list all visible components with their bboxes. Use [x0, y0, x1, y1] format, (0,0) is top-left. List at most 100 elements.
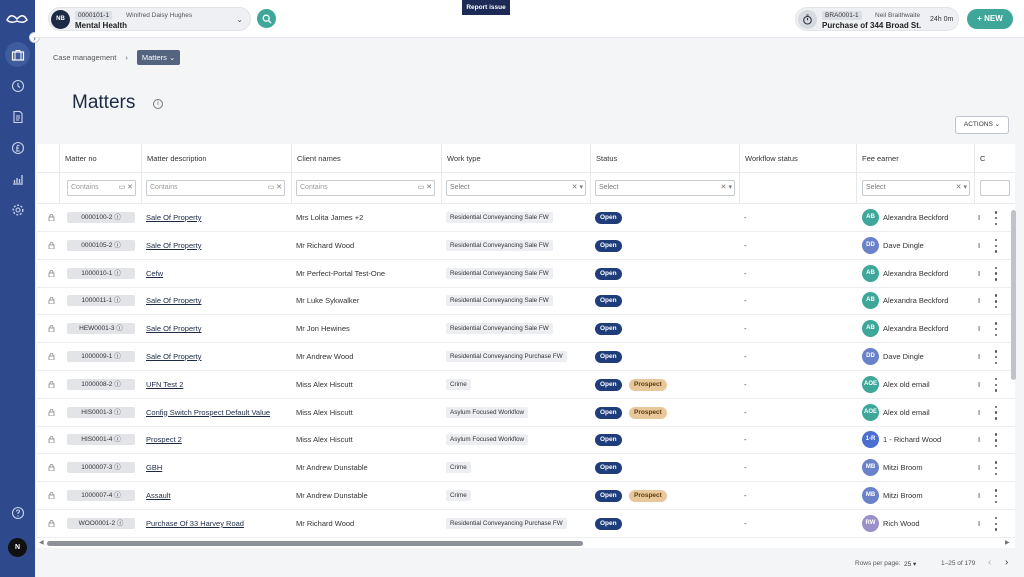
row-menu-button[interactable]: [993, 461, 999, 476]
sidebar-item-help[interactable]: [5, 500, 30, 525]
lock-icon[interactable]: [48, 241, 55, 249]
breadcrumb-root[interactable]: Case management: [53, 53, 116, 62]
lock-icon[interactable]: [48, 325, 55, 333]
matter-description-link[interactable]: Config Switch Prospect Default Value: [146, 408, 270, 417]
lock-icon[interactable]: [48, 436, 55, 444]
actions-button[interactable]: ACTIONS ⌄: [955, 116, 1009, 134]
lock-icon[interactable]: [48, 492, 55, 499]
matter-no-chip[interactable]: WOO0001-2 ⓘ: [67, 517, 135, 529]
user-avatar[interactable]: N: [8, 538, 27, 557]
filter-clear-icon[interactable]: ▭ ✕: [418, 181, 432, 195]
search-button[interactable]: [257, 9, 276, 28]
scroll-left-icon[interactable]: ◀: [39, 539, 44, 546]
lock-icon[interactable]: [48, 408, 55, 416]
lock-icon[interactable]: [48, 380, 55, 388]
status-filter-select[interactable]: Select ✕ ▾: [595, 180, 735, 196]
client-selector[interactable]: NB 0000101-1 Winifred Daisy Hughes Menta…: [48, 7, 251, 31]
table-row[interactable]: 1000007-3 ⓘ GBH Mr Andrew Dunstable Crime Op…: [37, 454, 1015, 483]
matter-no-chip[interactable]: 1000007-3 ⓘ: [67, 462, 135, 474]
c-filter-select[interactable]: [980, 180, 1010, 196]
row-menu-button[interactable]: [993, 322, 999, 337]
matter-no-filter-input[interactable]: Contains ▭ ✕: [67, 180, 136, 196]
column-header-description[interactable]: Matter description: [141, 144, 291, 173]
table-row[interactable]: 1000007-4 ⓘ Assault Mr Andrew Dunstable Cri…: [37, 482, 1015, 510]
matter-description-link[interactable]: Cefw: [146, 269, 163, 278]
matter-description-link[interactable]: UFN Test 2: [146, 380, 183, 389]
row-menu-button[interactable]: [993, 350, 999, 364]
new-button[interactable]: + NEW: [967, 9, 1013, 29]
matter-no-chip[interactable]: HIS0001-3 ⓘ: [67, 406, 135, 418]
matter-no-chip[interactable]: 1000008-2 ⓘ: [67, 378, 135, 390]
fee-earner-filter-select[interactable]: Select ✕ ▾: [862, 180, 970, 196]
table-row[interactable]: 1000008-2 ⓘ UFN Test 2 Miss Alex Hiscutt Cr…: [37, 371, 1015, 399]
scroll-right-icon[interactable]: ▶: [1005, 539, 1010, 546]
filter-clear-icon[interactable]: ▭ ✕: [119, 181, 133, 195]
matter-description-link[interactable]: Sale Of Property: [146, 241, 201, 250]
horizontal-scrollbar[interactable]: [47, 541, 583, 546]
matter-description-link[interactable]: GBH: [146, 463, 162, 472]
timer-button[interactable]: [798, 10, 817, 29]
report-issue-button[interactable]: Report issue: [462, 0, 510, 15]
matter-no-chip[interactable]: 0000100-2 ⓘ: [67, 212, 135, 223]
matter-description-link[interactable]: Purchase Of 33 Harvey Road: [146, 519, 244, 528]
work-type-filter-select[interactable]: Select ✕ ▾: [446, 180, 586, 196]
current-matter-selector[interactable]: BRA0001-1 Neil Braithwaite Purchase of 3…: [795, 7, 959, 31]
table-row[interactable]: 1000011-1 ⓘ Sale Of Property Mr Luke Sykwa…: [37, 287, 1015, 316]
table-row[interactable]: 1000010-1 ⓘ Cefw Mr Perfect-Portal Test-On…: [37, 260, 1015, 288]
row-menu-button[interactable]: [993, 433, 999, 448]
row-menu-button[interactable]: [993, 405, 999, 420]
column-header-work-type[interactable]: Work type: [441, 144, 590, 173]
vertical-scrollbar[interactable]: [1011, 210, 1016, 380]
breadcrumb-current[interactable]: Matters ⌄: [136, 49, 181, 65]
matter-no-chip[interactable]: HEW0001-3 ⓘ: [67, 323, 135, 335]
row-menu-button[interactable]: [993, 294, 999, 309]
matter-description-link[interactable]: Sale Of Property: [146, 352, 201, 361]
column-header-status[interactable]: Status: [590, 144, 739, 173]
matter-description-link[interactable]: Sale Of Property: [146, 296, 201, 305]
column-header-fee-earner[interactable]: Fee earner: [856, 144, 974, 173]
rows-per-page-select[interactable]: 25 ▾: [904, 560, 916, 568]
row-menu-button[interactable]: [993, 238, 999, 253]
matter-description-link[interactable]: Sale Of Property: [146, 324, 201, 333]
client-filter-input[interactable]: Contains ▭ ✕: [296, 180, 435, 196]
filter-clear-icon[interactable]: ▭ ✕: [268, 181, 282, 195]
row-menu-button[interactable]: [993, 211, 999, 225]
matter-no-chip[interactable]: 1000007-4 ⓘ: [67, 490, 135, 501]
matter-no-chip[interactable]: 1000009-1 ⓘ: [67, 351, 135, 362]
description-filter-input[interactable]: Contains ▭ ✕: [146, 180, 285, 196]
row-menu-button[interactable]: [993, 377, 999, 392]
matter-no-chip[interactable]: 1000010-1 ⓘ: [67, 267, 135, 279]
sidebar-item-settings[interactable]: [5, 197, 30, 222]
table-row[interactable]: WOO0001-2 ⓘ Purchase Of 33 Harvey Road Mr …: [37, 510, 1015, 538]
column-header-client-names[interactable]: Client names: [291, 144, 441, 173]
previous-page-button[interactable]: ‹: [988, 557, 991, 568]
row-menu-button[interactable]: [993, 266, 999, 281]
lock-icon[interactable]: [48, 464, 55, 472]
matter-description-link[interactable]: Assault: [146, 491, 171, 500]
row-menu-button[interactable]: [993, 489, 999, 503]
column-header-c[interactable]: C: [974, 144, 1015, 173]
column-header-workflow-status[interactable]: Workflow status: [739, 144, 856, 173]
lock-icon[interactable]: [48, 214, 55, 221]
matter-no-chip[interactable]: 1000011-1 ⓘ: [67, 295, 135, 307]
table-row[interactable]: 0000105-2 ⓘ Sale Of Property Mr Richard Wo…: [37, 232, 1015, 260]
lock-icon[interactable]: [48, 519, 55, 527]
matter-description-link[interactable]: Prospect 2: [146, 435, 182, 444]
matter-no-chip[interactable]: HIS0001-4 ⓘ: [67, 434, 135, 446]
sidebar-item-reports[interactable]: [5, 166, 30, 191]
table-row[interactable]: HIS0001-4 ⓘ Prospect 2 Miss Alex Hiscutt As…: [37, 426, 1015, 455]
column-header-matter-no[interactable]: Matter no: [59, 144, 139, 173]
sidebar-item-time[interactable]: [5, 73, 30, 98]
sidebar-item-billing[interactable]: [5, 104, 30, 129]
matter-no-chip[interactable]: 0000105-2 ⓘ: [67, 239, 135, 251]
sidebar-item-cases[interactable]: [5, 42, 30, 67]
table-row[interactable]: HIS0001-3 ⓘ Config Switch Prospect Defaul…: [37, 399, 1015, 427]
table-row[interactable]: HEW0001-3 ⓘ Sale Of Property Mr Jon Hewine…: [37, 315, 1015, 344]
info-icon[interactable]: i: [153, 99, 163, 109]
matter-description-link[interactable]: Sale Of Property: [146, 213, 201, 222]
lock-icon[interactable]: [48, 353, 55, 360]
sidebar-item-finance[interactable]: [5, 135, 30, 160]
lock-icon[interactable]: [48, 269, 55, 277]
row-menu-button[interactable]: [993, 516, 999, 531]
table-row[interactable]: 0000100-2 ⓘ Sale Of Property Mrs Lolita Ja…: [37, 204, 1015, 232]
